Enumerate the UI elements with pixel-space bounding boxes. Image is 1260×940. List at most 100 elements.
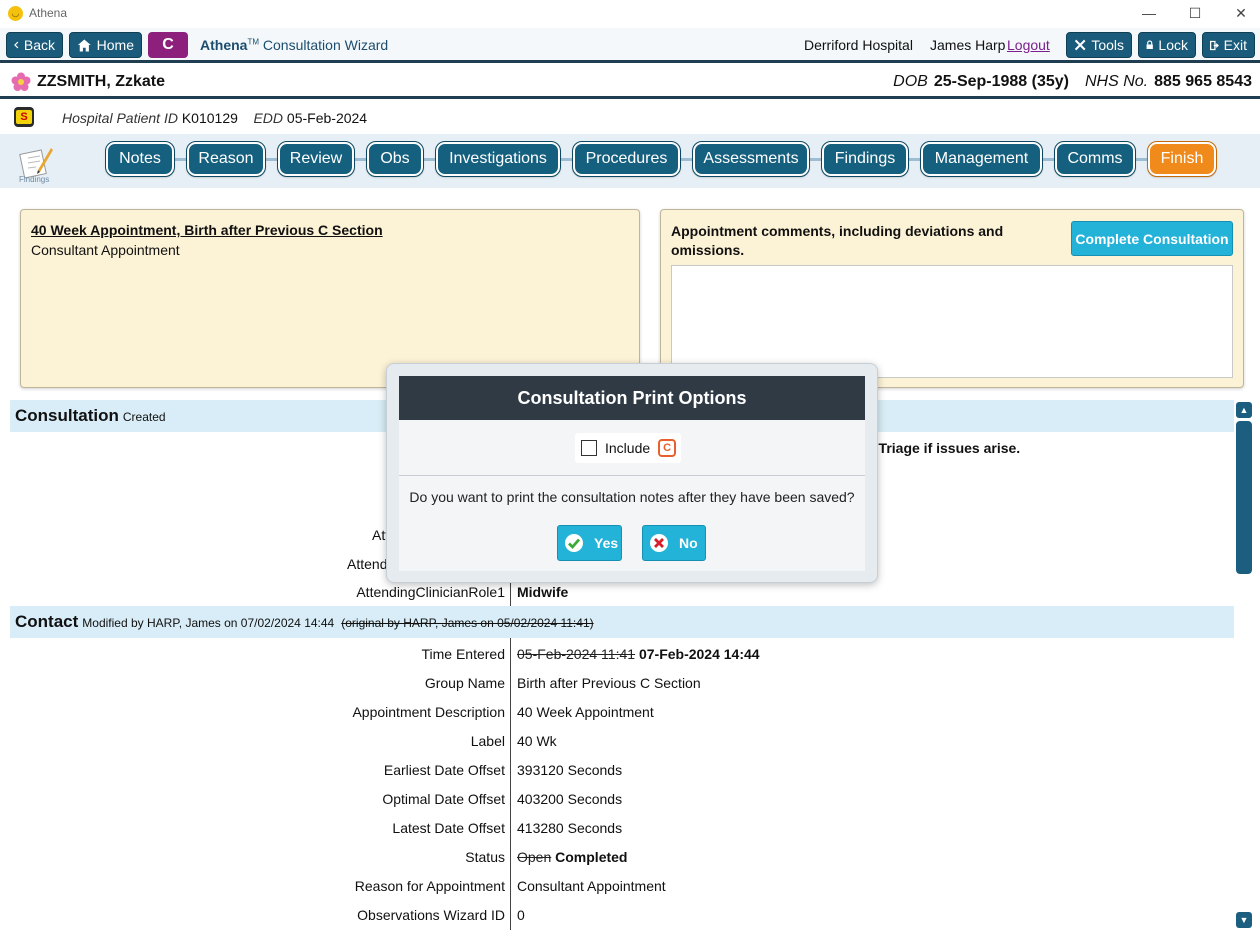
row-label: AttendingClinicianRole1 [356,584,505,600]
top-navigation: Back Home C AthenaTM Consultation Wizard… [0,28,1260,63]
row-label: Label [470,733,505,749]
patient-id-bar: S Hospital Patient ID K010129 EDD 05-Feb… [0,102,1260,132]
contact-meta: Modified by HARP, James on 07/02/2024 14… [82,616,335,630]
home-icon [77,39,91,51]
dob-value: 25-Sep-1988 (35y) [933,73,1069,90]
row-label: Optimal Date Offset [382,791,505,807]
tab-notes[interactable]: Notes [105,141,175,177]
minimize-button[interactable]: — [1126,0,1172,26]
include-checkbox[interactable] [581,440,597,456]
close-window-button[interactable]: ✕ [1218,0,1260,26]
dialog-body: Consultation Print Options Include C Do … [399,376,865,571]
c-app-button[interactable]: C [148,32,188,58]
row-label: Status [465,849,505,865]
table-row: Label 40 Wk [10,727,1234,756]
dialog-divider [399,475,865,476]
new-value: 07-Feb-2024 14:44 [638,646,760,662]
table-row: Status Open Completed [10,843,1234,872]
chevron-left-icon [14,41,19,49]
scroll-up-button[interactable]: ▲ [1236,402,1252,418]
logout-link[interactable]: Logout [1007,37,1050,53]
patient-demographics: DOB 25-Sep-1988 (35y) NHS No. 885 965 85… [893,73,1252,91]
back-button[interactable]: Back [6,32,63,58]
athena-logo-icon: ◡ [8,5,23,21]
scroll-down-button[interactable]: ▼ [1236,912,1252,928]
dialog-question: Do you want to print the consultation no… [409,489,855,505]
no-button[interactable]: No [642,525,706,561]
check-circle-icon [565,534,583,552]
user-name: James Harp [930,37,1006,53]
complete-consultation-button[interactable]: Complete Consultation [1071,221,1233,256]
wizard-bar: Findings Notes Reason Review Obs Investi… [0,134,1260,188]
x-circle-icon [650,534,668,552]
no-label: No [679,535,698,551]
row-value: Midwife [517,584,569,600]
hospital-id-label: Hospital Patient ID [62,110,178,126]
app-title: AthenaTM Consultation Wizard [200,37,388,53]
row-value: 413280 Seconds [517,820,623,836]
include-option[interactable]: Include C [575,433,681,463]
tab-reason[interactable]: Reason [186,141,266,177]
tools-button[interactable]: Tools [1066,32,1132,58]
tools-icon [1074,39,1086,51]
maximize-button[interactable]: ☐ [1172,0,1218,26]
row-label: Earliest Date Offset [383,762,505,778]
lock-icon [1146,40,1153,49]
tab-review[interactable]: Review [277,141,355,177]
lock-button[interactable]: Lock [1138,32,1196,58]
table-row: Appointment Description 40 Week Appointm… [10,698,1234,727]
attending-label-fragment-2: Attend [347,556,388,572]
flower-icon [11,72,31,91]
nhs-label: NHS No. [1085,73,1149,90]
table-row: Time Entered 05-Feb-2024 11:41 07-Feb-20… [10,640,1234,669]
row-label: Group Name [424,675,505,691]
s-badge-icon[interactable]: S [14,107,34,127]
edd-value: 05-Feb-2024 [286,110,368,126]
tab-investigations[interactable]: Investigations [435,141,561,177]
contact-section-header: Contact Modified by HARP, James on 07/02… [10,606,1234,638]
contact-title: Contact [15,612,79,631]
comments-textarea[interactable] [671,265,1233,378]
print-options-dialog: Consultation Print Options Include C Do … [386,363,878,583]
scrollbar-thumb[interactable] [1236,421,1252,574]
include-label: Include [605,440,651,456]
dob-label: DOB [893,73,928,90]
row-label: Latest Date Offset [392,820,505,836]
athena-app: ◡ Athena — ☐ ✕ Back Home C AthenaTM Cons… [0,0,1260,940]
hospital-name: Derriford Hospital [804,37,913,53]
table-row: Observations Wizard ID 0 [10,901,1234,930]
row-value: Consultant Appointment [517,878,666,894]
findings-icon-label: Findings [19,175,50,184]
tab-finish[interactable]: Finish [1147,141,1217,177]
tab-comms[interactable]: Comms [1054,141,1136,177]
exit-label: Exit [1223,37,1247,53]
home-label: Home [96,37,134,53]
window-title: Athena [29,6,68,20]
tab-assessments[interactable]: Assessments [692,141,810,177]
app-name: Athena [200,37,248,53]
nhs-value: 885 965 8543 [1154,73,1252,90]
patient-name: ZZSMITH, Zzkate [37,73,166,90]
exit-icon [1210,40,1219,50]
tab-obs[interactable]: Obs [366,141,424,177]
trademark: TM [247,37,260,47]
row-value: Open Completed [517,849,627,865]
tab-procedures[interactable]: Procedures [572,141,681,177]
consultation-meta: Created [122,410,166,424]
row-value: 403200 Seconds [517,791,623,807]
row-label: Time Entered [421,646,505,662]
appointment-title: 40 Week Appointment, Birth after Previou… [31,222,383,238]
patient-banner: ZZSMITH, Zzkate DOB 25-Sep-1988 (35y) NH… [0,66,1260,99]
row-label: Observations Wizard ID [357,907,505,923]
back-label: Back [23,37,55,53]
hospital-id-value: K010129 [181,110,238,126]
tab-management[interactable]: Management [920,141,1043,177]
row-label: Appointment Description [352,704,505,720]
tools-label: Tools [1091,37,1124,53]
exit-button[interactable]: Exit [1202,32,1255,58]
home-button[interactable]: Home [69,32,142,58]
yes-button[interactable]: Yes [557,525,622,561]
table-row: Optimal Date Offset 403200 Seconds [10,785,1234,814]
tab-findings[interactable]: Findings [821,141,909,177]
comments-label: Appointment comments, including deviatio… [671,223,1004,258]
